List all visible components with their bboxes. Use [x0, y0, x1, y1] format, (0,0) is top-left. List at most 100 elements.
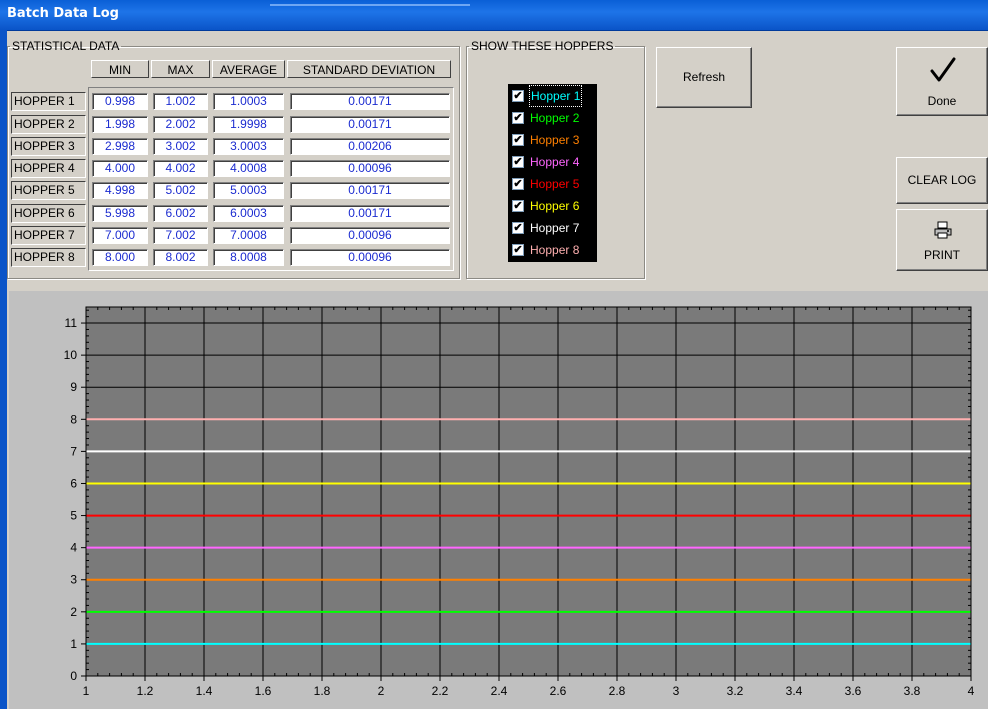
- cell-max[interactable]: 4.002: [153, 160, 208, 177]
- hopper-checkbox-list: ✔ Hopper 1 ✔ Hopper 2 ✔ Hopper 3 ✔ Hoppe…: [508, 84, 597, 262]
- cell-min[interactable]: 1.998: [92, 116, 148, 133]
- cell-average[interactable]: 6.0003: [213, 205, 284, 222]
- done-button[interactable]: Done: [896, 47, 988, 116]
- hopper-3-label: Hopper 3: [530, 133, 580, 147]
- batch-data-log-window: Batch Data Log STATISTICAL DATA MIN MAX …: [0, 0, 988, 709]
- hopper-8-checkbox[interactable]: ✔ Hopper 8: [512, 240, 596, 260]
- checkmark-icon: ✔: [512, 134, 524, 146]
- row-label-hopper-8: HOPPER 8: [11, 248, 86, 267]
- x-tick-label: 1.2: [137, 684, 154, 698]
- y-tick-label: 11: [65, 316, 78, 330]
- cell-min[interactable]: 4.000: [92, 160, 148, 177]
- row-label-hopper-3: HOPPER 3: [11, 137, 86, 156]
- hopper-4-checkbox[interactable]: ✔ Hopper 4: [512, 152, 596, 172]
- y-tick-label: 1: [70, 637, 77, 651]
- cell-min[interactable]: 2.998: [92, 138, 148, 155]
- hopper-2-checkbox[interactable]: ✔ Hopper 2: [512, 108, 596, 128]
- cell-stddev[interactable]: 0.00206: [290, 138, 450, 155]
- row-label-hopper-5: HOPPER 5: [11, 181, 86, 200]
- checkmark-icon: ✔: [512, 178, 524, 190]
- hopper-2-label: Hopper 2: [530, 111, 580, 125]
- print-button-label: PRINT: [924, 248, 960, 262]
- cell-min[interactable]: 5.998: [92, 205, 148, 222]
- cell-average[interactable]: 1.9998: [213, 116, 284, 133]
- checkmark-icon: ✔: [512, 90, 524, 102]
- refresh-button-label: Refresh: [682, 70, 726, 84]
- x-tick-label: 1.8: [314, 684, 331, 698]
- cell-stddev[interactable]: 0.00096: [290, 249, 450, 266]
- cell-average[interactable]: 4.0008: [213, 160, 284, 177]
- cell-average[interactable]: 5.0003: [213, 182, 284, 199]
- row-label-hopper-6: HOPPER 6: [11, 204, 86, 223]
- cell-average[interactable]: 1.0003: [213, 93, 284, 110]
- y-tick-label: 7: [70, 444, 77, 458]
- y-tick-label: 2: [70, 605, 77, 619]
- y-tick-label: 3: [70, 573, 77, 587]
- cell-max[interactable]: 6.002: [153, 205, 208, 222]
- column-header-average: AVERAGE: [212, 60, 285, 78]
- cell-stddev[interactable]: 0.00171: [290, 116, 450, 133]
- cell-min[interactable]: 7.000: [92, 227, 148, 244]
- hopper-8-label: Hopper 8: [530, 243, 580, 257]
- statistical-data-legend: STATISTICAL DATA: [12, 39, 120, 53]
- cell-stddev[interactable]: 0.00171: [290, 182, 450, 199]
- checkmark-icon: ✔: [512, 222, 524, 234]
- column-header-standard-deviation: STANDARD DEVIATION: [287, 60, 451, 78]
- cell-stddev[interactable]: 0.00096: [290, 227, 450, 244]
- hopper-6-checkbox[interactable]: ✔ Hopper 6: [512, 196, 596, 216]
- cell-min[interactable]: 4.998: [92, 182, 148, 199]
- x-tick-label: 3.4: [786, 684, 803, 698]
- x-tick-label: 2.2: [432, 684, 449, 698]
- cell-average[interactable]: 8.0008: [213, 249, 284, 266]
- printer-icon: [934, 221, 952, 239]
- row-label-hopper-2: HOPPER 2: [11, 115, 86, 134]
- cell-max[interactable]: 5.002: [153, 182, 208, 199]
- row-label-hopper-7: HOPPER 7: [11, 226, 86, 245]
- hopper-5-label: Hopper 5: [530, 177, 580, 191]
- x-tick-label: 3.6: [845, 684, 862, 698]
- column-header-max: MAX: [151, 60, 210, 78]
- checkmark-icon: ✔: [512, 156, 524, 168]
- checkmark-icon: ✔: [512, 200, 524, 212]
- y-tick-label: 8: [70, 412, 77, 426]
- hopper-5-checkbox[interactable]: ✔ Hopper 5: [512, 174, 596, 194]
- cell-min[interactable]: 0.998: [92, 93, 148, 110]
- hopper-1-label: Hopper 1: [528, 85, 583, 107]
- cell-max[interactable]: 2.002: [153, 116, 208, 133]
- x-tick-label: 4: [968, 684, 975, 698]
- checkmark-icon: ✔: [512, 244, 524, 256]
- title-bar[interactable]: Batch Data Log: [0, 0, 988, 31]
- refresh-button[interactable]: Refresh: [656, 47, 752, 108]
- cell-stddev[interactable]: 0.00096: [290, 160, 450, 177]
- cell-max[interactable]: 8.002: [153, 249, 208, 266]
- x-tick-label: 3.8: [904, 684, 921, 698]
- row-label-hopper-1: HOPPER 1: [11, 92, 86, 111]
- x-tick-label: 1: [83, 684, 90, 698]
- x-tick-label: 3: [673, 684, 680, 698]
- window-title: Batch Data Log: [7, 6, 119, 21]
- x-tick-label: 2.6: [550, 684, 567, 698]
- checkmark-icon: [930, 57, 956, 82]
- clear-log-button[interactable]: CLEAR LOG: [896, 157, 988, 204]
- cell-stddev[interactable]: 0.00171: [290, 93, 450, 110]
- checkmark-icon: ✔: [512, 112, 524, 124]
- hopper-7-checkbox[interactable]: ✔ Hopper 7: [512, 218, 596, 238]
- cell-stddev[interactable]: 0.00171: [290, 205, 450, 222]
- done-button-label: Done: [927, 94, 957, 108]
- plot-background: [86, 307, 971, 676]
- title-bar-highlight: [270, 4, 470, 6]
- y-tick-label: 5: [70, 509, 77, 523]
- cell-max[interactable]: 1.002: [153, 93, 208, 110]
- cell-max[interactable]: 3.002: [153, 138, 208, 155]
- cell-min[interactable]: 8.000: [92, 249, 148, 266]
- cell-average[interactable]: 7.0008: [213, 227, 284, 244]
- x-tick-label: 3.2: [727, 684, 744, 698]
- x-tick-label: 1.4: [196, 684, 213, 698]
- hopper-3-checkbox[interactable]: ✔ Hopper 3: [512, 130, 596, 150]
- print-button[interactable]: PRINT: [896, 209, 988, 271]
- row-label-hopper-4: HOPPER 4: [11, 159, 86, 178]
- hopper-4-label: Hopper 4: [530, 155, 580, 169]
- cell-max[interactable]: 7.002: [153, 227, 208, 244]
- hopper-1-checkbox[interactable]: ✔ Hopper 1: [512, 85, 596, 107]
- cell-average[interactable]: 3.0003: [213, 138, 284, 155]
